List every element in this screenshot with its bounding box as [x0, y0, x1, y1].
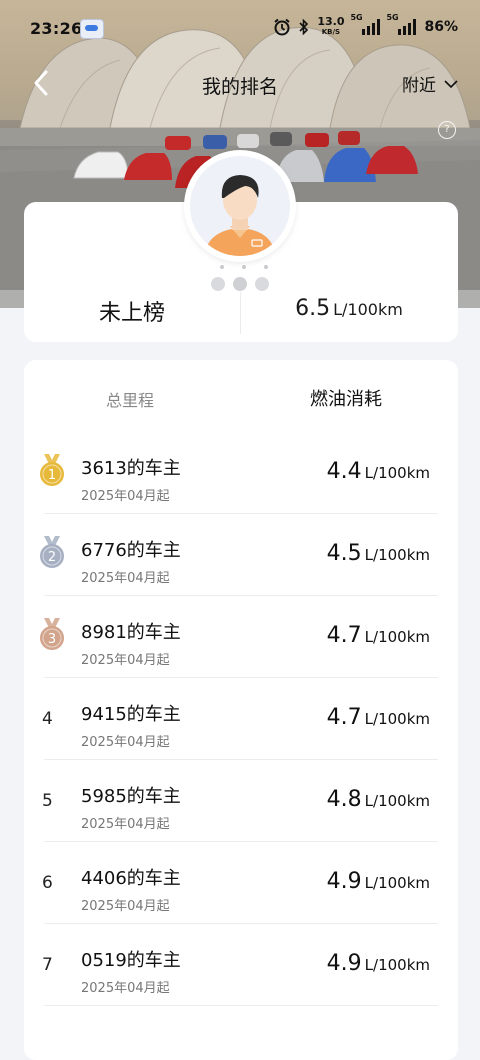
rank-number: 5: [42, 791, 53, 811]
user-avatar-icon: [190, 156, 290, 256]
fuel-unit: L/100km: [364, 956, 430, 974]
since-date: 2025年04月起: [81, 489, 170, 504]
fuel-consumption: 4.4 L/100km: [327, 459, 430, 484]
app-notification-icon: [80, 19, 104, 39]
fuel-value: 4.8: [326, 787, 362, 812]
ranking-tabs: 总里程 燃油消耗: [24, 360, 458, 432]
chevron-down-icon: [444, 79, 458, 88]
ranking-row[interactable]: 3 8981的车主 2025年04月起 4.7 L/100km: [24, 596, 458, 678]
ranking-row[interactable]: 4 9415的车主 2025年04月起 4.7 L/100km: [24, 678, 458, 760]
owner-name: 4406的车主: [81, 868, 181, 889]
fuel-value: 4.9: [326, 869, 362, 894]
row-divider: [44, 1005, 438, 1006]
since-date: 2025年04月起: [81, 571, 170, 586]
fuel-unit: L/100km: [364, 546, 430, 564]
fuel-consumption: 4.8 L/100km: [327, 787, 430, 812]
nav-bar: 我的排名 附近: [0, 60, 480, 106]
fuel-value: 4.9: [326, 951, 362, 976]
silver-medal-icon: 2: [40, 536, 64, 568]
avatar: [190, 156, 290, 256]
ranking-row[interactable]: 5 5985的车主 2025年04月起 4.8 L/100km: [24, 760, 458, 842]
my-rank-status: 未上榜: [98, 301, 165, 326]
my-fuel-unit: L/100km: [333, 300, 403, 319]
owner-name: 9415的车主: [81, 704, 181, 725]
since-date: 2025年04月起: [81, 899, 170, 914]
fuel-value: 4.7: [326, 705, 362, 730]
fuel-consumption: 4.7 L/100km: [327, 705, 430, 730]
svg-text:2: 2: [48, 550, 56, 565]
since-date: 2025年04月起: [81, 653, 170, 668]
status-time: 23:26: [30, 19, 83, 38]
svg-text:3: 3: [48, 632, 56, 647]
my-fuel-consumption: 6.5 L/100km: [240, 296, 458, 321]
fuel-consumption: 4.9 L/100km: [327, 951, 430, 976]
fuel-value: 4.4: [326, 459, 362, 484]
fuel-unit: L/100km: [364, 628, 430, 646]
since-date: 2025年04月起: [81, 735, 170, 750]
location-filter-label: 附近: [402, 76, 436, 96]
tab-total-mileage[interactable]: 总里程: [106, 387, 154, 411]
bronze-medal-icon: 3: [40, 618, 64, 650]
rank-number: 7: [42, 955, 53, 975]
signal-5g-icon-1: 5G: [350, 13, 381, 35]
svg-text:1: 1: [48, 468, 56, 483]
since-date: 2025年04月起: [81, 817, 170, 832]
signal-5g-icon-2: 5G: [386, 13, 417, 35]
ranking-row[interactable]: 2 6776的车主 2025年04月起 4.5 L/100km: [24, 514, 458, 596]
ranking-row[interactable]: 1 3613的车主 2025年04月起 4.4 L/100km: [24, 432, 458, 514]
fuel-unit: L/100km: [364, 710, 430, 728]
rank-number: 4: [42, 709, 53, 729]
ranking-row[interactable]: 7 0519的车主 2025年04月起 4.9 L/100km: [24, 924, 458, 1006]
battery-level: 86%: [424, 19, 458, 35]
since-date: 2025年04月起: [81, 981, 170, 996]
fuel-consumption: 4.7 L/100km: [327, 623, 430, 648]
status-bar: 23:26 13.0 KB/S 5G 5G 86%: [0, 0, 480, 56]
alarm-icon: [274, 18, 290, 36]
fuel-unit: L/100km: [364, 464, 430, 482]
gold-medal-icon: 1: [40, 454, 64, 486]
rank-number: 6: [42, 873, 53, 893]
rank-medal-placeholders: [211, 265, 269, 291]
help-icon[interactable]: ?: [438, 121, 456, 139]
fuel-consumption: 4.9 L/100km: [327, 869, 430, 894]
fuel-consumption: 4.5 L/100km: [327, 541, 430, 566]
ranking-row[interactable]: 6 4406的车主 2025年04月起 4.9 L/100km: [24, 842, 458, 924]
fuel-value: 4.5: [326, 541, 362, 566]
fuel-unit: L/100km: [364, 874, 430, 892]
owner-name: 0519的车主: [81, 950, 181, 971]
tab-fuel-consumption[interactable]: 燃油消耗: [310, 385, 382, 411]
owner-name: 5985的车主: [81, 786, 181, 807]
fuel-unit: L/100km: [364, 792, 430, 810]
owner-name: 6776的车主: [81, 540, 181, 561]
location-filter-dropdown[interactable]: 附近: [402, 71, 458, 96]
ranking-list-card: 总里程 燃油消耗 1 3613的车主 2025年04月起 4.4 L/100km 2 677…: [24, 360, 458, 1060]
owner-name: 8981的车主: [81, 622, 181, 643]
bluetooth-icon: [299, 19, 309, 35]
fuel-value: 4.7: [326, 623, 362, 648]
network-speed: 13.0 KB/S: [317, 15, 345, 36]
my-fuel-value: 6.5: [295, 296, 331, 321]
owner-name: 3613的车主: [81, 458, 181, 479]
